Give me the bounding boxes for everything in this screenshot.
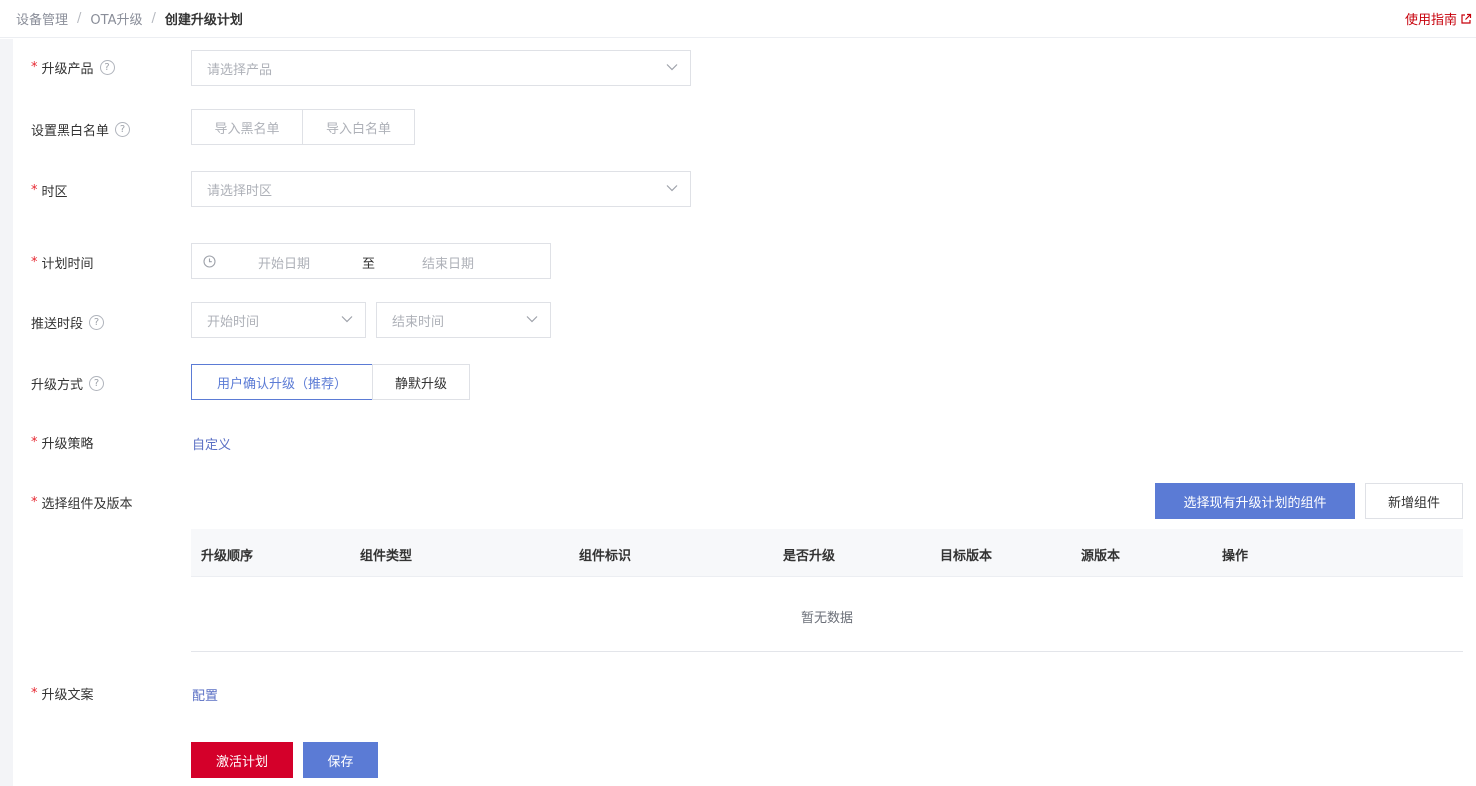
upgrade-mode-label-text: 升级方式 <box>31 378 84 393</box>
table-header: 升级顺序 组件类型 组件标识 是否升级 目标版本 源版本 操作 <box>191 529 1463 577</box>
column-header: 是否升级 <box>783 549 836 564</box>
push-period-label-text: 推送时段 <box>31 317 84 332</box>
left-sidebar-strip <box>0 39 13 786</box>
push-end-time-select[interactable]: 结束时间 <box>376 302 551 338</box>
start-date-placeholder: 开始日期 <box>258 257 311 272</box>
help-icon[interactable]: ? <box>89 315 105 330</box>
timezone-select[interactable]: 请选择时区 <box>191 171 691 207</box>
breadcrumb-item-ota[interactable]: OTA升级 <box>90 9 142 28</box>
push-end-time-placeholder: 结束时间 <box>392 314 445 330</box>
import-whitelist-button[interactable]: 导入白名单 <box>302 109 415 145</box>
strategy-label-text: 升级策略 <box>41 437 94 452</box>
product-label-text: 升级产品 <box>41 62 94 77</box>
activate-plan-button[interactable]: 激活计划 <box>191 742 293 778</box>
components-label: * 选择组件及版本 <box>31 493 133 512</box>
select-existing-components-button[interactable]: 选择现有升级计划的组件 <box>1155 483 1355 519</box>
end-date-placeholder: 结束日期 <box>422 257 475 272</box>
breadcrumb-separator: / <box>151 11 156 26</box>
components-label-text: 选择组件及版本 <box>41 497 133 512</box>
required-mark: * <box>31 60 38 75</box>
upgrade-mode-silent[interactable]: 静默升级 <box>372 364 470 400</box>
copywriting-label-text: 升级文案 <box>41 688 94 703</box>
push-start-time-select[interactable]: 开始时间 <box>191 302 366 338</box>
breadcrumb-separator: / <box>77 11 82 26</box>
schedule-date-range-picker[interactable]: 开始日期 至 结束日期 <box>191 243 551 279</box>
required-mark: * <box>31 183 38 198</box>
save-button[interactable]: 保存 <box>303 742 378 778</box>
blackwhite-label-text: 设置黑白名单 <box>31 124 110 139</box>
strategy-label: * 升级策略 <box>31 433 94 452</box>
timezone-select-placeholder: 请选择时区 <box>207 183 273 199</box>
column-header: 组件标识 <box>579 549 632 564</box>
help-icon[interactable]: ? <box>99 60 115 75</box>
column-header: 升级顺序 <box>201 549 254 564</box>
product-label: * 升级产品 ? <box>31 58 115 77</box>
help-icon[interactable]: ? <box>89 376 105 391</box>
required-mark: * <box>31 686 38 701</box>
column-header: 操作 <box>1222 549 1249 564</box>
chevron-down-icon <box>666 64 678 71</box>
upgrade-mode-label: 升级方式 ? <box>31 374 105 393</box>
copywriting-config-link[interactable]: 配置 <box>192 685 218 704</box>
column-header: 源版本 <box>1081 549 1121 564</box>
product-select-placeholder: 请选择产品 <box>207 62 273 78</box>
breadcrumb-item-device-management[interactable]: 设备管理 <box>16 9 68 28</box>
schedule-label-text: 计划时间 <box>41 257 94 272</box>
product-select[interactable]: 请选择产品 <box>191 50 691 86</box>
table-body: 暂无数据 <box>191 577 1463 652</box>
chevron-down-icon <box>666 185 678 192</box>
schedule-label: * 计划时间 <box>31 253 94 272</box>
add-component-button[interactable]: 新增组件 <box>1365 483 1463 519</box>
external-link-icon <box>1461 13 1472 24</box>
copywriting-label: * 升级文案 <box>31 684 94 703</box>
usage-guide-link[interactable]: 使用指南 <box>1405 9 1472 28</box>
column-header: 组件类型 <box>360 549 413 564</box>
import-blacklist-button[interactable]: 导入黑名单 <box>191 109 303 145</box>
timezone-label: * 时区 <box>31 181 68 200</box>
chevron-down-icon <box>526 316 538 323</box>
blackwhite-label: 设置黑白名单 ? <box>31 120 131 139</box>
required-mark: * <box>31 495 38 510</box>
push-period-label: 推送时段 ? <box>31 313 105 332</box>
breadcrumb-current: 创建升级计划 <box>164 13 243 28</box>
chevron-down-icon <box>341 316 353 323</box>
empty-state-text: 暂无数据 <box>800 611 853 626</box>
clock-icon <box>203 255 216 268</box>
push-start-time-placeholder: 开始时间 <box>207 314 260 330</box>
help-icon[interactable]: ? <box>115 122 131 137</box>
required-mark: * <box>31 255 38 270</box>
timezone-label-text: 时区 <box>41 185 68 200</box>
date-range-separator: 至 <box>362 257 376 272</box>
page-header: 设备管理 / OTA升级 / 创建升级计划 使用指南 <box>0 0 1476 38</box>
breadcrumb: 设备管理 / OTA升级 / 创建升级计划 <box>16 9 243 28</box>
usage-guide-label: 使用指南 <box>1404 13 1457 28</box>
strategy-custom-link[interactable]: 自定义 <box>192 434 231 453</box>
components-table: 升级顺序 组件类型 组件标识 是否升级 目标版本 源版本 操作 暂无数据 <box>191 529 1463 652</box>
column-header: 目标版本 <box>940 549 993 564</box>
required-mark: * <box>31 435 38 450</box>
upgrade-mode-user-confirm[interactable]: 用户确认升级（推荐） <box>191 364 373 400</box>
